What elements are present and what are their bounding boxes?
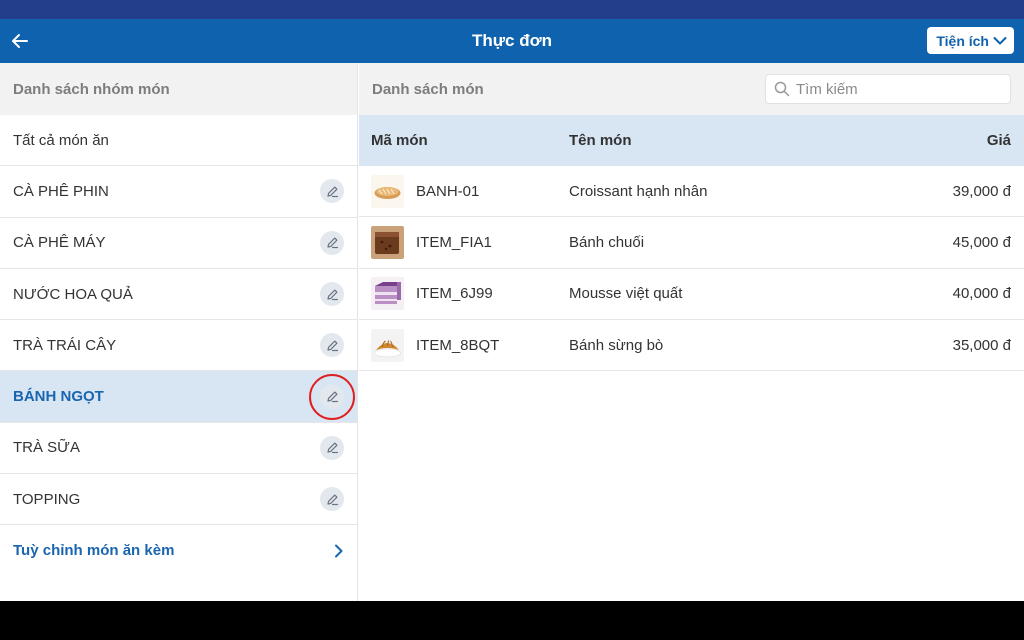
customize-side-dishes-label: Tuỳ chỉnh món ăn kèm xyxy=(13,542,175,560)
group-item[interactable]: NƯỚC HOA QUẢ xyxy=(0,269,357,321)
pencil-icon xyxy=(326,494,338,505)
pencil-icon xyxy=(326,186,338,198)
group-item[interactable]: TRÀ TRÁI CÂY xyxy=(0,320,357,372)
column-header-name: Tên món xyxy=(569,132,632,149)
edit-group-button[interactable] xyxy=(320,179,344,204)
pencil-icon xyxy=(326,340,338,351)
item-price: 40,000 đ xyxy=(952,285,1011,303)
status-bar xyxy=(0,0,1024,19)
edit-group-button[interactable] xyxy=(320,333,344,358)
item-thumbnail xyxy=(371,225,404,259)
item-list-title: Danh sách món xyxy=(372,80,484,98)
table-row[interactable]: ITEM_8BQT Bánh sừng bò 35,000 đ xyxy=(359,320,1024,372)
group-item-label: Tất cả món ăn xyxy=(13,131,109,149)
group-item-label: TRÀ SỮA xyxy=(13,439,80,457)
utility-menu-label: Tiện ích xyxy=(936,32,989,49)
item-name: Croissant hạnh nhân xyxy=(569,182,708,200)
table-row[interactable]: ITEM_6J99 Mousse việt quất 40,000 đ xyxy=(359,269,1024,320)
chevron-right-icon xyxy=(335,544,343,558)
main-content: Danh sách nhóm món Tất cả món ăn CÀ PHÊ P… xyxy=(0,63,1024,601)
chevron-down-icon xyxy=(993,36,1007,44)
item-code-cell: ITEM_8BQT xyxy=(359,328,557,362)
group-item[interactable]: TRÀ SỮA xyxy=(0,423,357,475)
group-list-panel: Danh sách nhóm món Tất cả món ăn CÀ PHÊ P… xyxy=(0,63,358,601)
item-code: ITEM_FIA1 xyxy=(416,233,492,251)
edit-group-button[interactable] xyxy=(309,373,355,420)
group-item[interactable]: CÀ PHÊ MÁY xyxy=(0,218,357,269)
search-input[interactable] xyxy=(796,80,996,98)
column-header-price: Giá xyxy=(986,132,1011,149)
table-row[interactable]: BANH-01 Croissant hạnh nhân 39,000 đ xyxy=(359,166,1024,218)
column-header-code: Mã món xyxy=(371,132,428,149)
item-code-cell: ITEM_6J99 xyxy=(359,277,557,311)
search-box xyxy=(765,74,1011,104)
group-item-label: NƯỚC HOA QUẢ xyxy=(13,285,133,303)
group-item[interactable]: BÁNH NGỌT xyxy=(0,371,357,423)
group-item[interactable]: TOPPING xyxy=(0,474,357,526)
item-thumbnail xyxy=(371,277,404,311)
pencil-icon xyxy=(326,442,338,454)
item-price: 39,000 đ xyxy=(952,182,1011,200)
group-item-label: TRÀ TRÁI CÂY xyxy=(13,336,117,354)
item-list-panel: Danh sách món Mã món Tên món Giá BANH-01… xyxy=(359,63,1024,601)
group-item[interactable]: CÀ PHÊ PHIN xyxy=(0,166,357,218)
item-price: 35,000 đ xyxy=(952,336,1011,354)
pencil-icon xyxy=(326,391,338,403)
edit-group-button[interactable] xyxy=(320,282,344,307)
edit-group-button[interactable] xyxy=(320,487,344,512)
back-button[interactable] xyxy=(8,27,32,55)
item-price: 45,000 đ xyxy=(952,233,1011,251)
group-item-label: CÀ PHÊ PHIN xyxy=(13,182,109,200)
item-thumbnail xyxy=(371,174,404,208)
item-code-cell: BANH-01 xyxy=(359,174,557,208)
pencil-icon xyxy=(326,237,338,249)
item-list-header: Danh sách món xyxy=(359,63,1024,115)
app-header: Thực đơn Tiện ích xyxy=(0,19,1024,63)
table-row[interactable]: ITEM_FIA1 Bánh chuối 45,000 đ xyxy=(359,217,1024,269)
item-code: BANH-01 xyxy=(416,182,480,200)
page-title: Thực đơn xyxy=(471,31,553,50)
group-item[interactable]: Tất cả món ăn xyxy=(0,115,357,167)
pencil-icon xyxy=(326,289,338,300)
item-name: Bánh sừng bò xyxy=(569,336,664,354)
group-item-label: CÀ PHÊ MÁY xyxy=(13,234,106,252)
item-name: Mousse việt quất xyxy=(569,285,683,303)
item-code-cell: ITEM_FIA1 xyxy=(359,225,557,259)
edit-group-button[interactable] xyxy=(320,435,344,460)
edit-group-button[interactable] xyxy=(320,230,344,255)
item-thumbnail xyxy=(371,328,404,362)
item-list: BANH-01 Croissant hạnh nhân 39,000 đ ITEM_F… xyxy=(359,166,1024,372)
group-item-label: TOPPING xyxy=(13,490,81,508)
item-code: ITEM_8BQT xyxy=(416,336,500,354)
group-list: Tất cả món ăn CÀ PHÊ PHIN CÀ PHÊ MÁY NƯỚC H… xyxy=(0,115,357,526)
group-list-header: Danh sách nhóm món xyxy=(0,63,357,115)
utility-menu-button[interactable]: Tiện ích xyxy=(927,27,1014,54)
arrow-left-icon xyxy=(12,34,28,48)
item-code: ITEM_6J99 xyxy=(416,285,493,303)
group-item-label: BÁNH NGỌT xyxy=(13,388,104,406)
table-header: Mã món Tên món Giá xyxy=(359,115,1024,166)
bottom-bar xyxy=(0,601,1024,640)
customize-side-dishes-item[interactable]: Tuỳ chỉnh món ăn kèm xyxy=(0,525,357,576)
search-icon xyxy=(774,81,790,97)
item-name: Bánh chuối xyxy=(569,233,645,251)
